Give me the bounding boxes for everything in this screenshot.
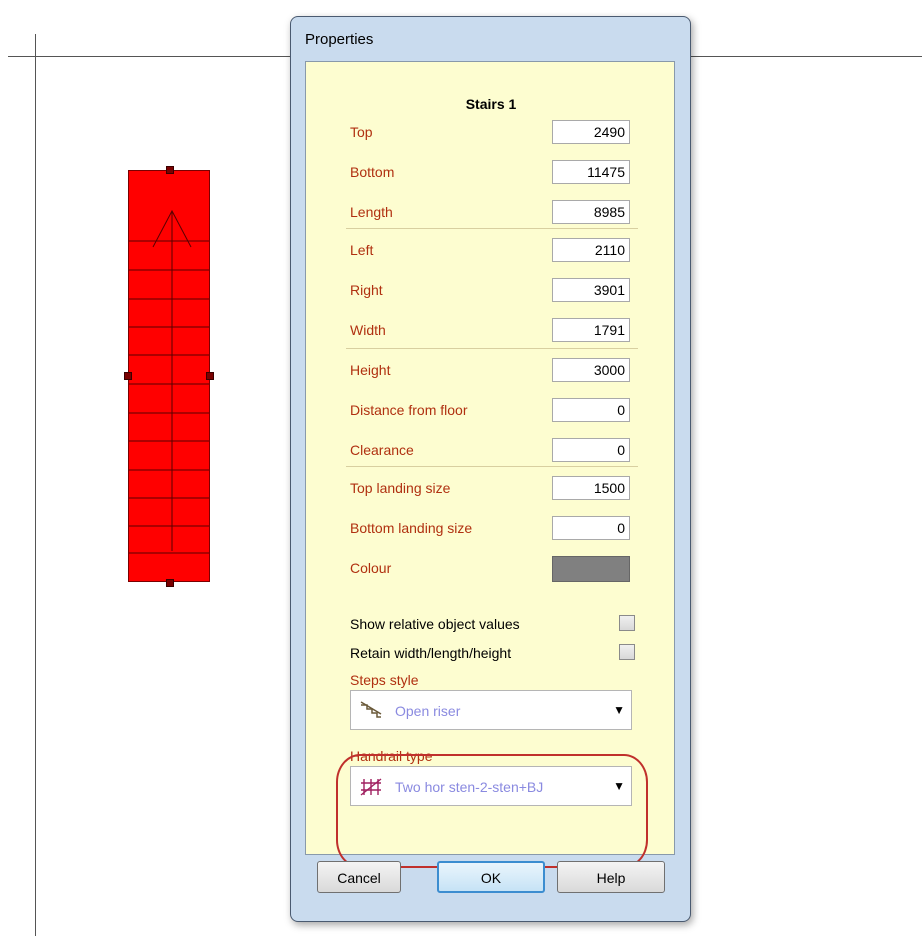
- field-row-clearance: Clearance: [350, 438, 630, 464]
- field-label-top: Top: [350, 124, 373, 140]
- cancel-button[interactable]: Cancel: [317, 861, 401, 893]
- field-row-top: Top: [350, 120, 630, 146]
- steps-style-label: Steps style: [350, 672, 419, 688]
- field-label-top-landing-size: Top landing size: [350, 480, 451, 496]
- field-row-colour: Colour: [350, 556, 630, 582]
- field-label-bottom-landing-size: Bottom landing size: [350, 520, 473, 536]
- properties-panel: Stairs 1 Top Bottom Length Left Right Wi…: [305, 61, 675, 868]
- canvas-guide-vertical: [35, 34, 36, 936]
- field-row-left: Left: [350, 238, 630, 264]
- top-input[interactable]: [552, 120, 630, 144]
- height-input[interactable]: [552, 358, 630, 382]
- ok-button[interactable]: OK: [437, 861, 545, 893]
- field-row-top-landing-size: Top landing size: [350, 476, 630, 502]
- distance-from-floor-input[interactable]: [552, 398, 630, 422]
- length-input[interactable]: [552, 200, 630, 224]
- field-label-bottom: Bottom: [350, 164, 395, 180]
- separator: [346, 466, 638, 467]
- steps-style-dropdown[interactable]: Open riser ▼: [350, 690, 632, 730]
- stairs-handle-top[interactable]: [166, 166, 174, 174]
- field-row-right: Right: [350, 278, 630, 304]
- field-label-left: Left: [350, 242, 374, 258]
- field-label-colour: Colour: [350, 560, 392, 576]
- field-label-clearance: Clearance: [350, 442, 414, 458]
- stairs-handle-bottom[interactable]: [166, 579, 174, 587]
- width-input[interactable]: [552, 318, 630, 342]
- field-label-height: Height: [350, 362, 391, 378]
- field-row-distance-from-floor: Distance from floor: [350, 398, 630, 424]
- separator: [346, 348, 638, 349]
- stairs-handle-left[interactable]: [124, 372, 132, 380]
- checkbox-row-retain-dimensions: Retain width/length/height: [350, 644, 635, 664]
- stairs-icon: [360, 701, 382, 718]
- show-relative-checkbox[interactable]: [619, 615, 635, 631]
- steps-style-value: Open riser: [395, 703, 461, 719]
- handrail-highlight-annotation: [336, 754, 648, 868]
- field-row-bottom: Bottom: [350, 160, 630, 186]
- field-row-width: Width: [350, 318, 630, 344]
- properties-dialog: Properties Stairs 1 Top Bottom Length Le…: [290, 16, 691, 922]
- field-label-distance-from-floor: Distance from floor: [350, 402, 468, 418]
- left-input[interactable]: [552, 238, 630, 262]
- checkbox-label-retain-dimensions: Retain width/length/height: [350, 645, 512, 661]
- field-row-bottom-landing-size: Bottom landing size: [350, 516, 630, 542]
- stairs-handle-right[interactable]: [206, 372, 214, 380]
- separator: [346, 228, 638, 229]
- retain-dimensions-checkbox[interactable]: [619, 644, 635, 660]
- field-label-right: Right: [350, 282, 383, 298]
- checkbox-label-show-relative: Show relative object values: [350, 616, 520, 632]
- bottom-landing-size-input[interactable]: [552, 516, 630, 540]
- checkbox-row-show-relative: Show relative object values: [350, 615, 635, 635]
- field-row-length: Length: [350, 200, 630, 226]
- field-label-length: Length: [350, 204, 393, 220]
- dialog-title: Properties: [305, 31, 374, 48]
- chevron-down-icon[interactable]: ▼: [613, 703, 625, 717]
- clearance-input[interactable]: [552, 438, 630, 462]
- field-label-width: Width: [350, 322, 386, 338]
- right-input[interactable]: [552, 278, 630, 302]
- top-landing-size-input[interactable]: [552, 476, 630, 500]
- stairs-treads: [129, 209, 209, 554]
- stairs-object[interactable]: [128, 170, 210, 582]
- help-button[interactable]: Help: [557, 861, 665, 893]
- bottom-input[interactable]: [552, 160, 630, 184]
- field-row-height: Height: [350, 358, 630, 384]
- colour-swatch[interactable]: [552, 556, 630, 582]
- panel-title: Stairs 1: [465, 96, 517, 112]
